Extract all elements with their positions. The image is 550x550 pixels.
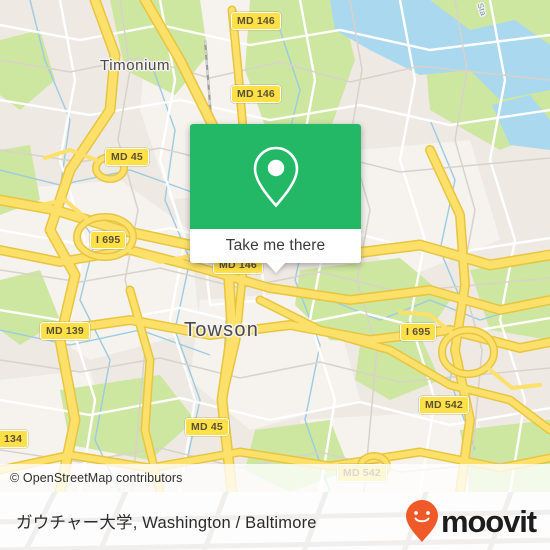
moovit-logo[interactable]: moovit [405,499,537,543]
footer-bar: ガウチャー大学, Washington / Baltimore moovit [0,492,550,550]
map-canvas[interactable]: MD 146 MD 146 MD 45 I 695 MD 146 MD 139 … [0,0,550,492]
road-shield[interactable]: MD 146 [231,12,281,30]
road-shield[interactable]: I 695 [90,231,127,249]
map-pin-icon [253,146,298,207]
popup-image-placeholder [190,124,361,229]
place-label-towson: Towson [184,319,260,341]
take-me-there-button[interactable]: Take me there [190,229,361,273]
footer-location-title: ガウチャー大学, Washington / Baltimore [16,514,317,532]
road-shield[interactable]: MD 146 [231,85,281,103]
road-shield[interactable]: MD 45 [185,418,229,436]
location-popup-card[interactable]: Take me there [190,124,361,273]
map-screenshot-root: MD 146 MD 146 MD 45 I 695 MD 146 MD 139 … [0,0,550,550]
moovit-wordmark: moovit [440,503,537,539]
map-attribution-bar: © OpenStreetMap contributors [0,464,550,492]
road-shield[interactable]: 134 [0,430,29,448]
popup-pointer-tail [265,262,286,273]
road-shield[interactable]: MD 542 [419,396,469,414]
road-shield[interactable]: MD 45 [105,148,149,166]
place-label-timonium: Timonium [100,57,171,74]
osm-attribution-text[interactable]: © OpenStreetMap contributors [10,471,183,485]
take-me-there-label: Take me there [225,237,326,254]
road-shield[interactable]: I 695 [400,323,437,341]
moovit-pin-icon [405,500,438,542]
road-shield[interactable]: MD 139 [40,322,90,340]
